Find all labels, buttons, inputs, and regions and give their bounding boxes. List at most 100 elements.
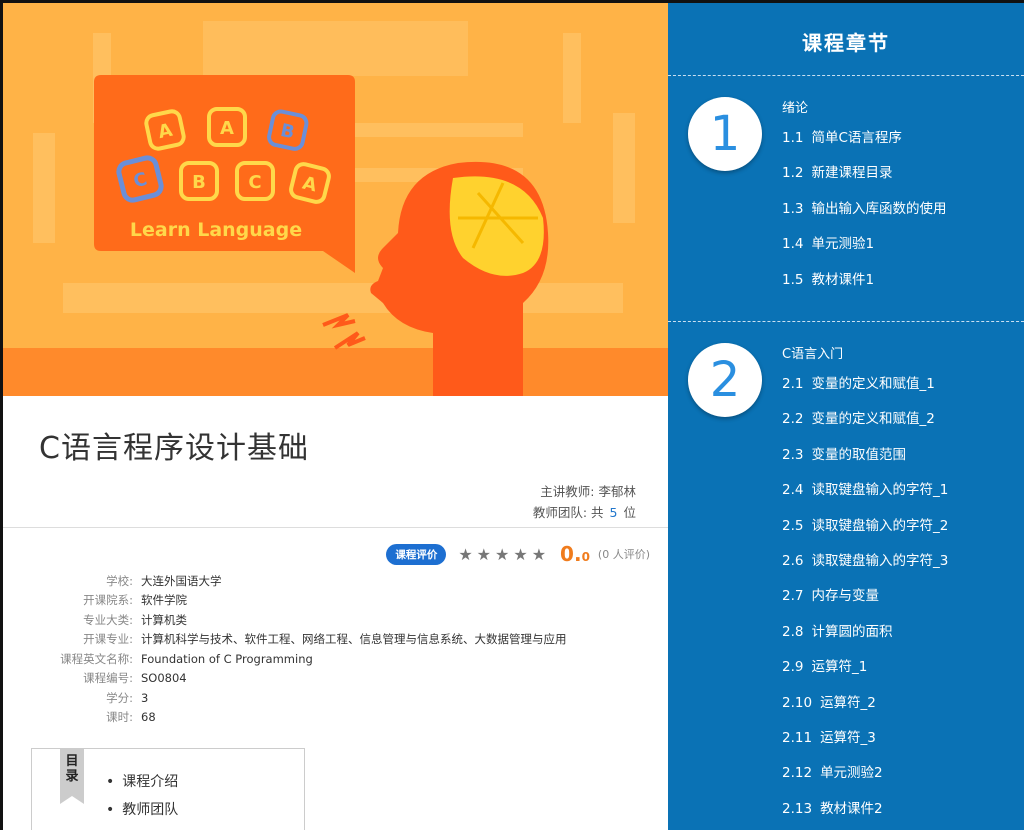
divider (668, 321, 1024, 322)
chapter-number-badge: 1 (688, 97, 762, 171)
info-row: 开课专业: 计算机科学与技术、软件工程、网络工程、信息管理与信息系统、大数据管理与… (3, 630, 567, 650)
block-letter-5: B (192, 172, 206, 193)
team-row: 教师团队: 共5位 (533, 502, 636, 523)
star-icon[interactable]: ★ (495, 545, 509, 564)
lesson-number: 2.8 (782, 623, 804, 640)
lesson-item[interactable]: 2.4 读取键盘输入的字符_1 (782, 478, 948, 498)
lesson-title: 新建课程目录 (811, 165, 893, 182)
teacher-label: 主讲教师: (540, 484, 595, 499)
lesson-title: 变量的定义和赋值_1 (811, 376, 935, 392)
lesson-title: 教材课件1 (811, 271, 875, 288)
info-key: 课时: (106, 710, 133, 725)
info-value: 大连外国语大学 (141, 573, 222, 588)
lesson-title: 运算符_3 (820, 730, 876, 746)
lesson-number: 2.1 (782, 376, 804, 392)
score-decimal: 0 (581, 550, 590, 564)
rating-count: (0 人评价) (597, 548, 650, 561)
course-info-list: 学校: 大连外国语大学 开课院系: 软件学院 专业大类: 计算机类 开课专业: 计算机科学与技… (3, 571, 567, 728)
info-value: 计算机科学与技术、软件工程、网络工程、信息管理与信息系统、大数据管理与应用 (141, 632, 567, 647)
star-icon[interactable]: ★ (477, 545, 491, 564)
info-key: 学分: (106, 690, 133, 705)
lesson-item[interactable]: 2.10 运算符_2 (782, 691, 876, 711)
info-row: 学校: 大连外国语大学 (3, 571, 567, 591)
lesson-item[interactable]: 2.2 变量的定义和赋值_2 (782, 407, 935, 427)
info-key: 课程英文名称: (60, 651, 133, 666)
toc-list: 课程介绍 教师团队 (106, 771, 178, 827)
team-count[interactable]: 5 (604, 505, 624, 520)
lesson-title: 教材课件2 (820, 800, 883, 817)
info-row: 课程英文名称: Foundation of C Programming (3, 649, 567, 669)
lesson-title: 运算符_1 (811, 659, 868, 676)
info-value: 3 (141, 690, 149, 705)
banner-illustration: A A B C B C A Learn Language (3, 3, 668, 396)
lesson-title: 读取键盘输入的字符_2 (811, 517, 949, 534)
lesson-title: 读取键盘输入的字符_1 (811, 482, 949, 499)
info-row: 学分: 3 (3, 688, 567, 708)
info-key: 学校: (106, 573, 133, 588)
info-value: 68 (141, 710, 156, 725)
lesson-number: 1.2 (782, 165, 804, 182)
lesson-number: 2.12 (782, 765, 813, 782)
info-value: 计算机类 (141, 612, 187, 627)
lesson-number: 2.5 (782, 517, 804, 534)
lesson-number: 2.4 (782, 482, 804, 499)
star-icon[interactable]: ★ (458, 545, 472, 564)
lesson-item[interactable]: 2.9 运算符_1 (782, 655, 867, 675)
lesson-title: 运算符_2 (820, 694, 876, 711)
lesson-title: 变量的定义和赋值_2 (811, 411, 935, 428)
lesson-item[interactable]: 2.6 读取键盘输入的字符_3 (782, 549, 948, 569)
course-main-panel: A A B C B C A Learn Language C语言程序设计基础 主… (3, 3, 668, 830)
rating-badge[interactable]: 课程评价 (386, 543, 447, 565)
lesson-number: 1.1 (782, 130, 804, 146)
banner-sign-text: Learn Language (130, 219, 302, 241)
lesson-title: 计算圆的面积 (811, 623, 893, 640)
lesson-item[interactable]: 2.5 读取键盘输入的字符_2 (782, 514, 948, 534)
star-icon[interactable]: ★ (532, 545, 546, 564)
info-value: 软件学院 (141, 593, 187, 608)
lesson-item[interactable]: 2.1 变量的定义和赋值_1 (782, 372, 935, 392)
teacher-row: 主讲教师: 李郁林 (533, 481, 636, 502)
lesson-item[interactable]: 2.13 教材课件2 (782, 797, 883, 817)
toc-tag: 目录 (60, 748, 84, 804)
lesson-item[interactable]: 2.3 变量的取值范围 (782, 443, 906, 463)
info-value: Foundation of C Programming (141, 651, 313, 666)
lesson-item[interactable]: 1.4 单元测验1 (782, 232, 874, 252)
toc-item-team[interactable]: 教师团队 (106, 799, 178, 827)
chapter-number-badge: 2 (688, 343, 762, 417)
lesson-item[interactable]: 2.12 单元测验2 (782, 761, 883, 781)
rating-score: 0.0 (560, 542, 590, 566)
lesson-title: 单元测验1 (811, 236, 875, 253)
chapter-name[interactable]: 绪论 (782, 97, 808, 116)
info-key: 开课院系: (83, 593, 133, 608)
toc-tag-char-2: 录 (65, 769, 79, 784)
info-key: 课程编号: (83, 671, 133, 686)
block-letter-6: C (248, 172, 261, 193)
lesson-number: 2.7 (782, 588, 804, 605)
toc-item-intro[interactable]: 课程介绍 (106, 771, 178, 799)
lesson-number: 2.13 (782, 800, 813, 817)
lesson-title: 简单C语言程序 (811, 130, 902, 146)
info-row: 开课院系: 软件学院 (3, 591, 567, 611)
lesson-item[interactable]: 2.8 计算圆的面积 (782, 620, 892, 640)
lesson-item[interactable]: 1.5 教材课件1 (782, 268, 874, 288)
info-row: 课时: 68 (3, 708, 567, 728)
lesson-number: 2.3 (782, 446, 804, 463)
block-letter-2: A (220, 118, 234, 139)
lesson-number: 1.3 (782, 200, 804, 217)
lesson-title: 读取键盘输入的字符_3 (811, 553, 949, 569)
course-title: C语言程序设计基础 (39, 431, 309, 466)
table-of-contents: 目录 课程介绍 教师团队 (31, 748, 305, 830)
lesson-number: 2.9 (782, 659, 804, 676)
lesson-item[interactable]: 1.1 简单C语言程序 (782, 126, 902, 146)
star-icon[interactable]: ★ (513, 545, 527, 564)
lesson-item[interactable]: 2.7 内存与变量 (782, 584, 879, 604)
toc-tag-char-1: 目 (65, 754, 79, 769)
info-key: 开课专业: (83, 632, 133, 647)
info-row: 课程编号: SO0804 (3, 669, 567, 689)
lesson-number: 2.11 (782, 730, 813, 746)
teacher-name[interactable]: 李郁林 (598, 484, 636, 499)
lesson-item[interactable]: 1.3 输出输入库函数的使用 (782, 197, 946, 217)
lesson-item[interactable]: 2.11 运算符_3 (782, 726, 876, 746)
lesson-item[interactable]: 1.2 新建课程目录 (782, 161, 892, 181)
chapter-name[interactable]: C语言入门 (782, 343, 843, 362)
